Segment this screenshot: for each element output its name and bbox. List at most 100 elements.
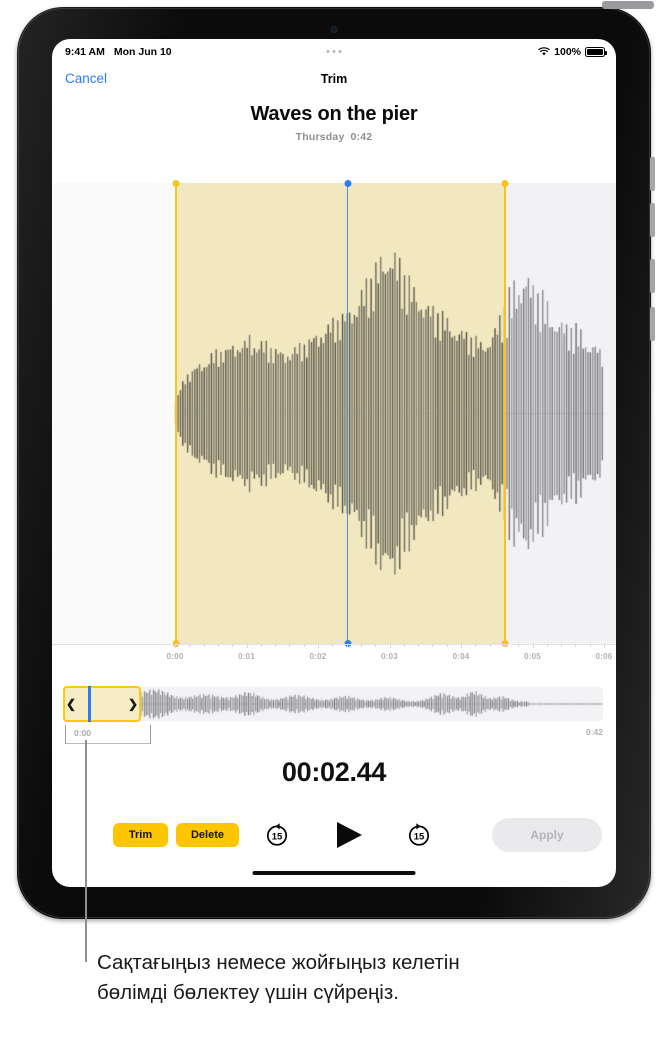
front-camera-icon [330,26,338,33]
ruler-label: 0:05 [524,652,541,661]
status-bar-right: 100% [538,45,607,58]
ruler-tick [461,644,462,648]
status-bar: 9:41 AM Mon Jun 10 100% [52,39,616,64]
ruler-minor-tick [518,644,520,647]
trim-handle-start[interactable] [172,180,180,647]
mini-selection-window[interactable]: ❮ ❯ [63,686,141,722]
current-time-display: 00:02.44 [281,757,387,787]
ruler-minor-tick [589,644,591,647]
mini-timeline-track[interactable] [65,687,603,721]
cancel-button[interactable]: Cancel [65,71,107,86]
ipad-device-frame: 9:41 AM Mon Jun 10 100% Cancel Trim Wave… [17,1,655,919]
mini-start-label: 0:00 [74,728,92,738]
ruler-minor-tick [403,644,405,647]
playhead[interactable] [344,180,352,647]
ruler-minor-tick [503,644,505,647]
side-button-3[interactable] [650,259,655,293]
multitasking-dots-icon[interactable] [326,50,342,53]
status-date: Mon Jun 10 [113,45,172,58]
ruler-label: 0:02 [309,652,327,661]
apply-button[interactable]: Apply [492,818,602,852]
ruler-minor-tick [232,644,234,647]
volume-up-button[interactable] [650,157,655,191]
ruler-minor-tick [275,644,277,647]
skip-forward-15-icon[interactable]: 15 [405,821,433,849]
playback-controls: Trim Delete 15 15 Apply [52,818,616,861]
ruler-minor-tick [332,644,334,647]
chevron-left-icon[interactable]: ❮ [66,698,76,710]
mini-waveform-canvas [65,687,603,721]
playhead-knob-top [344,180,352,187]
battery-percent-label: 100% [554,45,581,58]
ruler-minor-tick [360,644,362,647]
recording-subtitle: Thursday 0:42 [52,131,616,143]
device-screen: 9:41 AM Mon Jun 10 100% Cancel Trim Wave… [52,39,616,887]
screenshot-root: 9:41 AM Mon Jun 10 100% Cancel Trim Wave… [0,0,665,1056]
power-button[interactable] [602,1,654,9]
ruler-minor-tick [446,644,448,647]
mini-end-label: 0:42 [585,727,603,737]
status-bar-left: 9:41 AM Mon Jun 10 [65,46,172,58]
ruler-tick [318,644,319,648]
recording-title: Waves on the pier [250,103,418,125]
ruler-minor-tick [289,644,291,647]
trim-button[interactable]: Trim [113,823,168,847]
time-ruler: 0:00 0:01 0:02 0:03 0:04 0:05 0:06 [52,644,616,676]
delete-button[interactable]: Delete [176,823,239,847]
caption-text: Сақтағыңыз немесе жойғыңыз келетін бөлім… [97,951,460,1004]
status-time: 9:41 AM [65,45,105,58]
wifi-icon [538,47,550,56]
ruler-label: 0:03 [381,652,398,661]
play-button[interactable] [332,820,366,850]
ruler-tick [604,644,605,648]
ruler-minor-tick [575,644,577,647]
ruler-tick [389,644,391,648]
ruler-minor-tick [561,644,563,647]
svg-text:15: 15 [414,832,425,843]
chevron-right-icon[interactable]: ❯ [128,698,138,710]
handle-knob-top [501,180,509,187]
ruler-minor-tick [303,644,305,647]
page-title: Trim [320,72,348,86]
play-icon [337,822,362,848]
dot [338,50,342,53]
volume-down-button[interactable] [650,203,655,237]
ruler-minor-tick [432,644,434,647]
mini-timeline[interactable]: ❮ ❯ 0:00 0:42 [52,686,616,744]
dot [326,50,330,53]
ruler-tick [175,644,176,648]
ruler-minor-tick [189,644,191,647]
ruler-minor-tick [489,644,491,647]
handle-knob-top [172,180,180,187]
waveform-panel[interactable] [52,180,616,647]
ruler-minor-tick [418,644,420,647]
battery-icon [585,46,607,57]
ruler-minor-tick [375,644,377,647]
side-button-4[interactable] [650,307,655,341]
callout-leader-line [85,740,87,962]
recording-duration: 0:42 [350,131,373,143]
trim-handle-end[interactable] [501,180,509,647]
waveform-canvas [52,183,616,644]
recording-day: Thursday [295,131,345,143]
ruler-minor-tick [260,644,262,647]
navigation-bar: Cancel Trim [52,67,616,97]
ruler-label: 0:00 [166,652,184,661]
ruler-minor-tick [217,644,219,647]
ruler-label: 0:01 [238,652,255,661]
ruler-minor-tick [546,644,548,647]
ruler-baseline [52,644,616,645]
ruler-tick [532,644,534,648]
mini-playhead[interactable] [88,686,91,722]
ruler-minor-tick [475,644,477,647]
mini-start-label-box: 0:00 [65,725,151,744]
ruler-minor-tick [346,644,348,647]
home-indicator[interactable] [252,870,416,875]
battery-fill [587,48,603,55]
skip-back-15-icon[interactable]: 15 [263,821,291,849]
ruler-minor-tick [203,644,205,647]
ruler-tick [246,644,248,648]
svg-text:15: 15 [272,832,283,843]
ruler-label: 0:04 [452,652,470,661]
ruler-label: 0:06 [595,652,613,661]
